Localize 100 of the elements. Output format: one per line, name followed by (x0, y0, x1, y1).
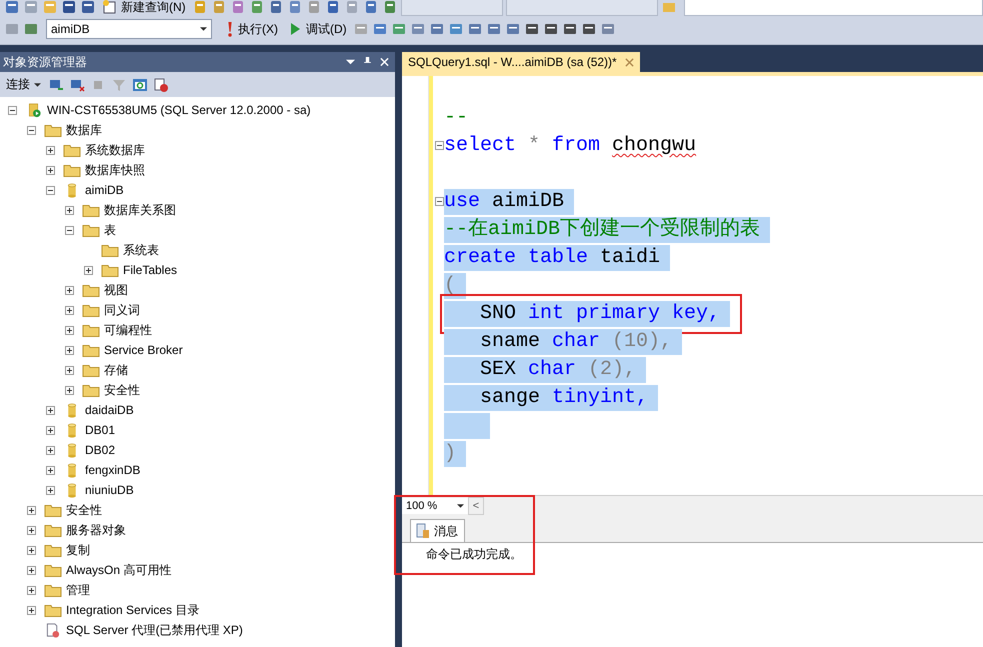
tree-item[interactable]: DB02 (85, 443, 116, 457)
expand-icon[interactable] (27, 586, 36, 594)
code-text: sange (480, 386, 540, 409)
code-text: ) (444, 442, 456, 465)
connect-button[interactable]: 连接 (4, 76, 43, 93)
collapse-icon[interactable] (46, 186, 55, 194)
code-keyword: use (444, 190, 480, 213)
code-keyword: primary (576, 302, 660, 325)
tree-item[interactable]: 安全性 (104, 382, 140, 398)
code-comment: -- (444, 106, 468, 129)
find-field[interactable] (684, 0, 983, 16)
dropdown-icon[interactable] (346, 57, 355, 67)
code-text: SEX (480, 358, 516, 381)
expand-icon[interactable] (46, 166, 55, 174)
collapse-icon[interactable] (435, 197, 444, 206)
expand-icon[interactable] (46, 466, 55, 474)
code-keyword: char (528, 358, 576, 381)
expand-icon[interactable] (65, 286, 74, 294)
tree-item[interactable]: FileTables (123, 263, 178, 277)
collapse-icon[interactable] (8, 106, 17, 114)
tree-item[interactable]: daidaiDB (85, 403, 134, 417)
expand-icon[interactable] (65, 206, 74, 214)
debug-button[interactable]: 调试(D) (284, 20, 350, 38)
tree-item[interactable]: fengxinDB (85, 463, 140, 477)
tree-item[interactable]: 可编程性 (104, 322, 152, 338)
expand-icon[interactable] (46, 406, 55, 414)
message-text: 命令已成功完成。 (425, 546, 523, 563)
tree-item[interactable]: niuniuDB (85, 483, 134, 497)
tree-item[interactable]: Service Broker (104, 343, 183, 357)
expand-icon[interactable] (65, 306, 74, 314)
expand-icon[interactable] (27, 546, 36, 554)
database-dropdown[interactable]: aimiDB (46, 19, 212, 39)
new-query-button[interactable]: 新建查询(N) (99, 0, 189, 16)
expand-icon[interactable] (27, 506, 36, 514)
panel-title: 对象资源管理器 (3, 54, 87, 70)
tree-item[interactable]: 存储 (104, 362, 128, 378)
expand-icon[interactable] (84, 266, 93, 274)
document-icon (415, 523, 431, 539)
expand-icon[interactable] (65, 386, 74, 394)
tree-item[interactable]: 复制 (66, 542, 90, 558)
code-text: (10), (612, 330, 672, 353)
collapse-icon[interactable] (435, 141, 444, 150)
code-keyword: key, (672, 302, 720, 325)
code-text: sname (480, 330, 540, 353)
tree-item[interactable]: 系统数据库 (85, 142, 145, 158)
tree-item[interactable]: Integration Services 目录 (66, 602, 200, 618)
scroll-left-button[interactable]: < (468, 497, 484, 515)
tree-item[interactable]: 表 (104, 222, 116, 238)
expand-icon[interactable] (65, 346, 74, 354)
expand-icon[interactable] (46, 426, 55, 434)
tree-item[interactable]: 视图 (104, 282, 128, 298)
tree-item[interactable]: 安全性 (66, 502, 102, 518)
close-icon[interactable] (624, 58, 634, 66)
tree-item[interactable]: SQL Server 代理(已禁用代理 XP) (66, 622, 243, 638)
tree-item[interactable]: 数据库关系图 (104, 202, 176, 218)
code-keyword: select (444, 134, 516, 157)
code-comment: --在aimiDB下创建一个受限制的表 (444, 218, 760, 241)
caret-icon (34, 82, 41, 86)
code-keyword: char (552, 330, 600, 353)
expand-icon[interactable] (27, 566, 36, 574)
agent-icon (44, 622, 62, 638)
code-text: * (528, 134, 540, 157)
collapse-icon[interactable] (27, 126, 36, 134)
code-keyword: from (552, 134, 600, 157)
code-keyword: tinyint, (552, 386, 648, 409)
code-text: SNO (480, 302, 516, 325)
tree-item[interactable]: aimiDB (85, 183, 124, 197)
execute-button[interactable]: 执行(X) (221, 20, 281, 38)
expand-icon[interactable] (46, 146, 55, 154)
tree-item[interactable]: 同义词 (104, 302, 140, 318)
tree-item[interactable]: 服务器对象 (66, 522, 126, 538)
expand-icon[interactable] (46, 486, 55, 494)
tree-item[interactable]: 数据库快照 (85, 162, 145, 178)
collapse-icon[interactable] (65, 226, 74, 234)
caret-icon (200, 27, 207, 31)
code-text: (2), (588, 358, 636, 381)
tree-item[interactable]: WIN-CST65538UM5 (SQL Server 12.0.2000 - sa) (47, 103, 311, 117)
code-keyword: table (528, 246, 588, 269)
expand-icon[interactable] (27, 526, 36, 534)
tree-item[interactable]: 系统表 (123, 242, 159, 258)
tree-item[interactable]: DB01 (85, 423, 116, 437)
code-keyword: create (444, 246, 516, 269)
zoom-dropdown[interactable]: 100 % (402, 498, 468, 514)
expand-icon[interactable] (46, 446, 55, 454)
expand-icon[interactable] (27, 606, 36, 614)
code-keyword: int (528, 302, 564, 325)
tree-item[interactable]: 数据库 (66, 122, 102, 138)
script-icon[interactable] (153, 76, 169, 92)
exclamation-icon (228, 22, 232, 36)
new-document-icon (102, 0, 118, 15)
expand-icon[interactable] (65, 326, 74, 334)
code-editor[interactable]: -- select * from chongwu use aimiDB --在aimiDB下创建一个受限制的表 create table taidi ( SNO int primary key, sname char (10), SEX char (2), sange tinyint, ) (402, 72, 983, 495)
expand-icon[interactable] (65, 366, 74, 374)
tree-item[interactable]: AlwaysOn 高可用性 (66, 562, 172, 578)
caret-icon (457, 504, 464, 508)
refresh-icon[interactable] (132, 76, 148, 92)
tree-item[interactable]: 管理 (66, 582, 90, 598)
editor-tab[interactable]: SQLQuery1.sql - W....aimiDB (sa (52))* (402, 52, 640, 72)
code-text: chongwu (612, 134, 696, 157)
messages-tab[interactable]: 消息 (410, 519, 465, 542)
